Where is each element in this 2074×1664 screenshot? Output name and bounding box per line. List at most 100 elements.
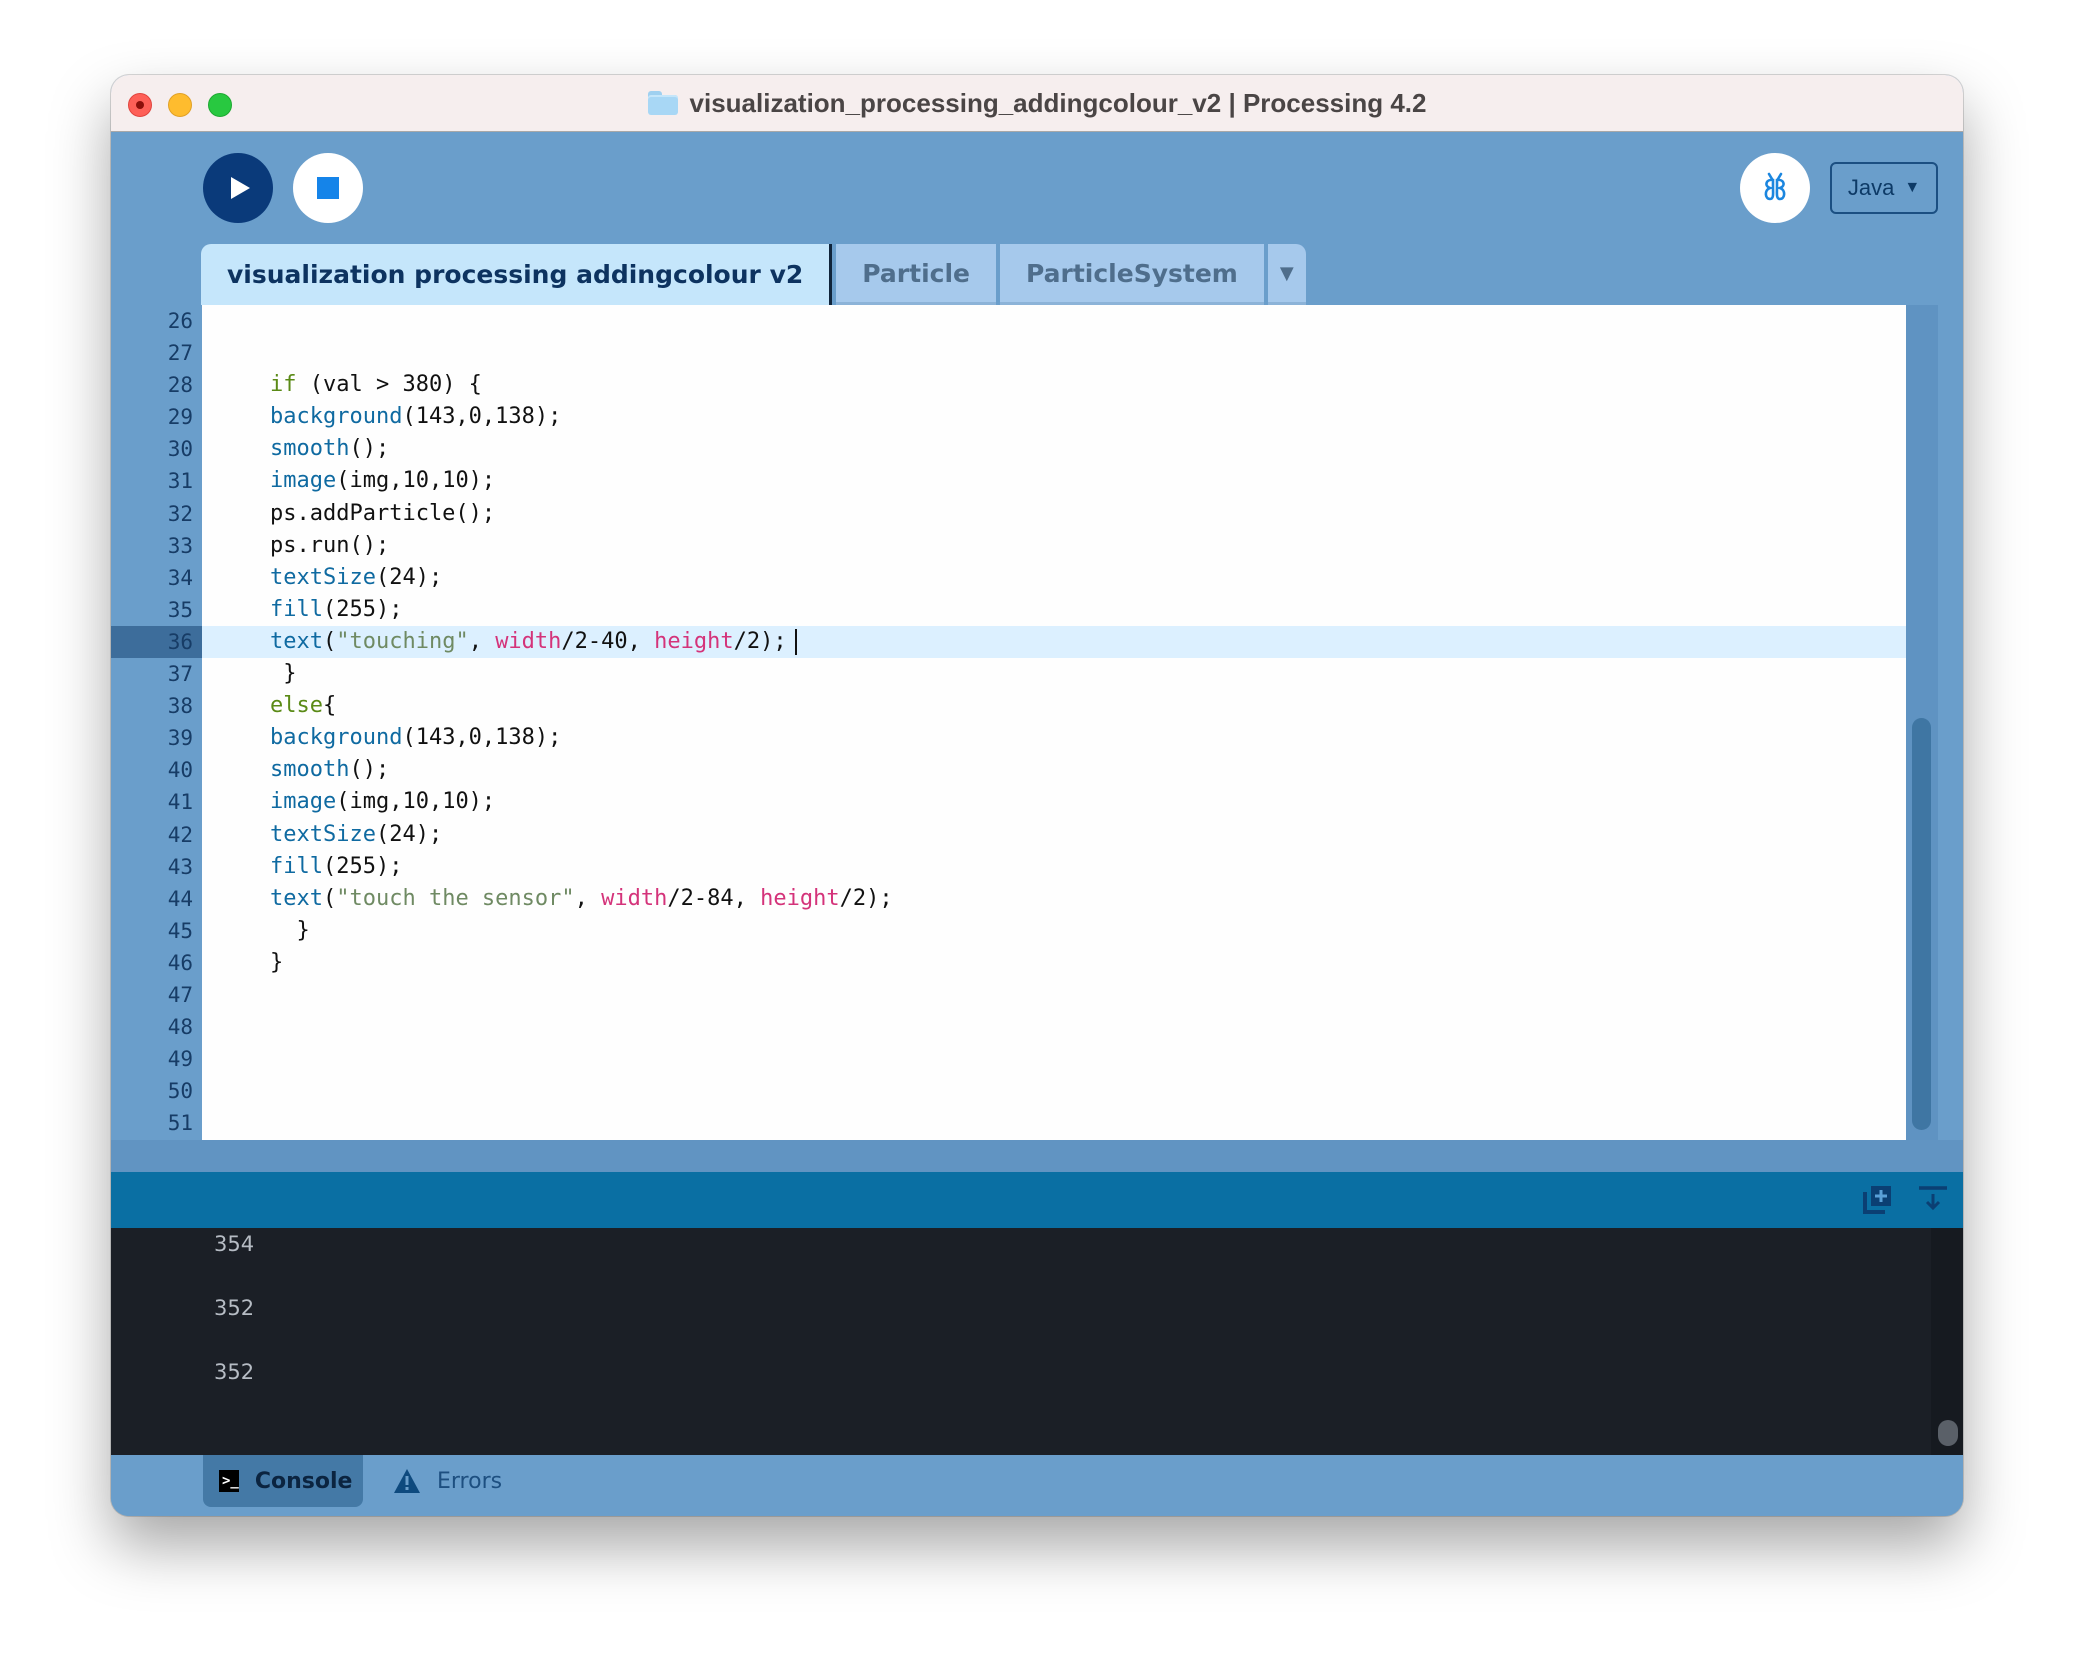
code-line[interactable]: image(img,10,10); — [202, 786, 1906, 818]
console-line: 352 — [214, 1296, 255, 1320]
play-icon — [231, 177, 250, 199]
code-text: else{ — [270, 693, 337, 719]
console-scrollbar[interactable] — [1931, 1228, 1963, 1455]
line-number: 43 — [167, 854, 193, 879]
stop-button[interactable] — [293, 153, 363, 223]
line-number: 35 — [167, 597, 193, 622]
line-number: 47 — [167, 982, 193, 1007]
code-text: image(img,10,10); — [270, 468, 496, 494]
console-line: 354 — [214, 1232, 255, 1256]
line-number: 50 — [167, 1079, 193, 1104]
minimize-window-button[interactable] — [168, 93, 192, 117]
code-text: fill(255); — [270, 853, 403, 879]
line-number: 39 — [167, 726, 193, 751]
line-number-gutter: 26 27 28 29 30 31 32 33 34 35 36 37 38 39 40 41 42 43 44 45… — [111, 305, 202, 1140]
code-line[interactable] — [202, 1075, 1906, 1107]
code-text: textSize(24); — [270, 821, 443, 847]
mode-label: Java — [1847, 175, 1895, 200]
zoom-window-button[interactable] — [208, 93, 232, 117]
code-line[interactable]: ps.addParticle(); — [202, 498, 1906, 530]
code-text: smooth(); — [270, 436, 390, 462]
errors-tab-label: Errors — [437, 1468, 503, 1494]
line-number: 49 — [167, 1047, 193, 1072]
code-line[interactable] — [202, 305, 1906, 337]
code-line[interactable]: } — [202, 658, 1906, 690]
code-line[interactable]: background(143,0,138); — [202, 401, 1906, 433]
editor-scrollbar[interactable] — [1906, 305, 1938, 1140]
code-text: if (val > 380) { — [270, 372, 482, 398]
run-button[interactable] — [203, 153, 273, 223]
code-line[interactable]: fill(255); — [202, 851, 1906, 883]
chevron-down-icon: ▼ — [1279, 262, 1294, 284]
debug-button[interactable] — [1740, 153, 1810, 223]
line-number: 26 — [167, 309, 193, 333]
code-line[interactable] — [202, 1043, 1906, 1075]
code-text: image(img,10,10); — [270, 789, 496, 815]
line-number: 46 — [167, 950, 193, 975]
line-number: 27 — [167, 341, 193, 366]
code-line[interactable]: else{ — [202, 690, 1906, 722]
console-line: 352 — [214, 1360, 255, 1384]
line-number: 48 — [167, 1015, 193, 1040]
code-line[interactable] — [202, 1011, 1906, 1043]
tab-particle[interactable]: Particle — [836, 244, 996, 305]
code-text: } — [270, 949, 284, 975]
code-line[interactable]: } — [202, 915, 1906, 947]
line-number: 44 — [167, 886, 193, 911]
code-text: } — [270, 917, 310, 943]
line-number: 38 — [167, 694, 193, 719]
clear-console-icon[interactable] — [1917, 1184, 1949, 1216]
copy-console-icon[interactable] — [1861, 1184, 1893, 1216]
code-line[interactable]: smooth(); — [202, 754, 1906, 786]
code-line[interactable]: ps.run(); — [202, 530, 1906, 562]
tab-label: Particle — [862, 258, 970, 288]
line-number: 42 — [167, 822, 193, 847]
code-line[interactable]: textSize(24); — [202, 819, 1906, 851]
code-line[interactable]: image(img,10,10); — [202, 465, 1906, 497]
line-number: 37 — [167, 662, 193, 687]
code-line[interactable] — [202, 337, 1906, 369]
code-line[interactable]: fill(255); — [202, 594, 1906, 626]
chevron-down-icon: ▼ — [1904, 179, 1921, 196]
code-text: background(143,0,138); — [270, 404, 562, 430]
line-number: 34 — [167, 565, 193, 590]
butterfly-debug-icon — [1764, 172, 1786, 201]
code-line[interactable]: textSize(24); — [202, 562, 1906, 594]
folder-icon — [647, 91, 678, 115]
editor-scrollbar-thumb[interactable] — [1912, 718, 1931, 1130]
tab-label: visualization processing addingcolour v2 — [227, 260, 804, 289]
tab-label: ParticleSystem — [1025, 258, 1238, 288]
console-output[interactable]: 354 352 352 — [111, 1228, 1963, 1455]
code-line[interactable] — [202, 1107, 1906, 1139]
code-text: fill(255); — [270, 596, 403, 622]
line-number: 30 — [167, 437, 193, 462]
code-line[interactable] — [202, 979, 1906, 1011]
line-number: 33 — [167, 533, 193, 558]
code-text: smooth(); — [270, 757, 390, 783]
code-line[interactable]: } — [202, 947, 1906, 979]
sketch-tabs: visualization processing addingcolour v2… — [201, 244, 1306, 305]
editor-console-divider[interactable] — [111, 1140, 1963, 1172]
close-window-button[interactable] — [128, 93, 152, 117]
mode-selector[interactable]: Java ▼ — [1830, 162, 1938, 214]
console-scrollbar-thumb[interactable] — [1938, 1420, 1958, 1446]
tab-main-sketch[interactable]: visualization processing addingcolour v2 — [201, 244, 833, 305]
code-text: ps.run(); — [270, 532, 390, 558]
code-editor[interactable]: if (val > 380) { background(143,0,138); sm… — [202, 305, 1906, 1140]
stop-icon — [317, 177, 339, 199]
line-number: 31 — [167, 469, 193, 494]
terminal-icon: >_ — [219, 1470, 239, 1492]
code-line[interactable]: smooth(); — [202, 433, 1906, 465]
console-tab[interactable]: >_ Console — [203, 1455, 363, 1507]
code-line[interactable]: if (val > 380) { — [202, 369, 1906, 401]
line-number: 29 — [167, 405, 193, 430]
tab-particlesystem[interactable]: ParticleSystem — [999, 244, 1264, 305]
code-line[interactable]: text("touch the sensor", width/2-84, hei… — [202, 883, 1906, 915]
errors-tab[interactable]: Errors — [377, 1455, 518, 1507]
current-code-line[interactable]: text("touching", width/2-40, height/2); — [202, 625, 1906, 659]
code-line[interactable]: background(143,0,138); — [202, 722, 1906, 754]
line-number: 41 — [167, 790, 193, 815]
code-text: text("touching", width/2-40, height/2); — [270, 626, 797, 658]
tabs-menu-button[interactable]: ▼ — [1267, 244, 1306, 305]
code-text: background(143,0,138); — [270, 725, 562, 751]
